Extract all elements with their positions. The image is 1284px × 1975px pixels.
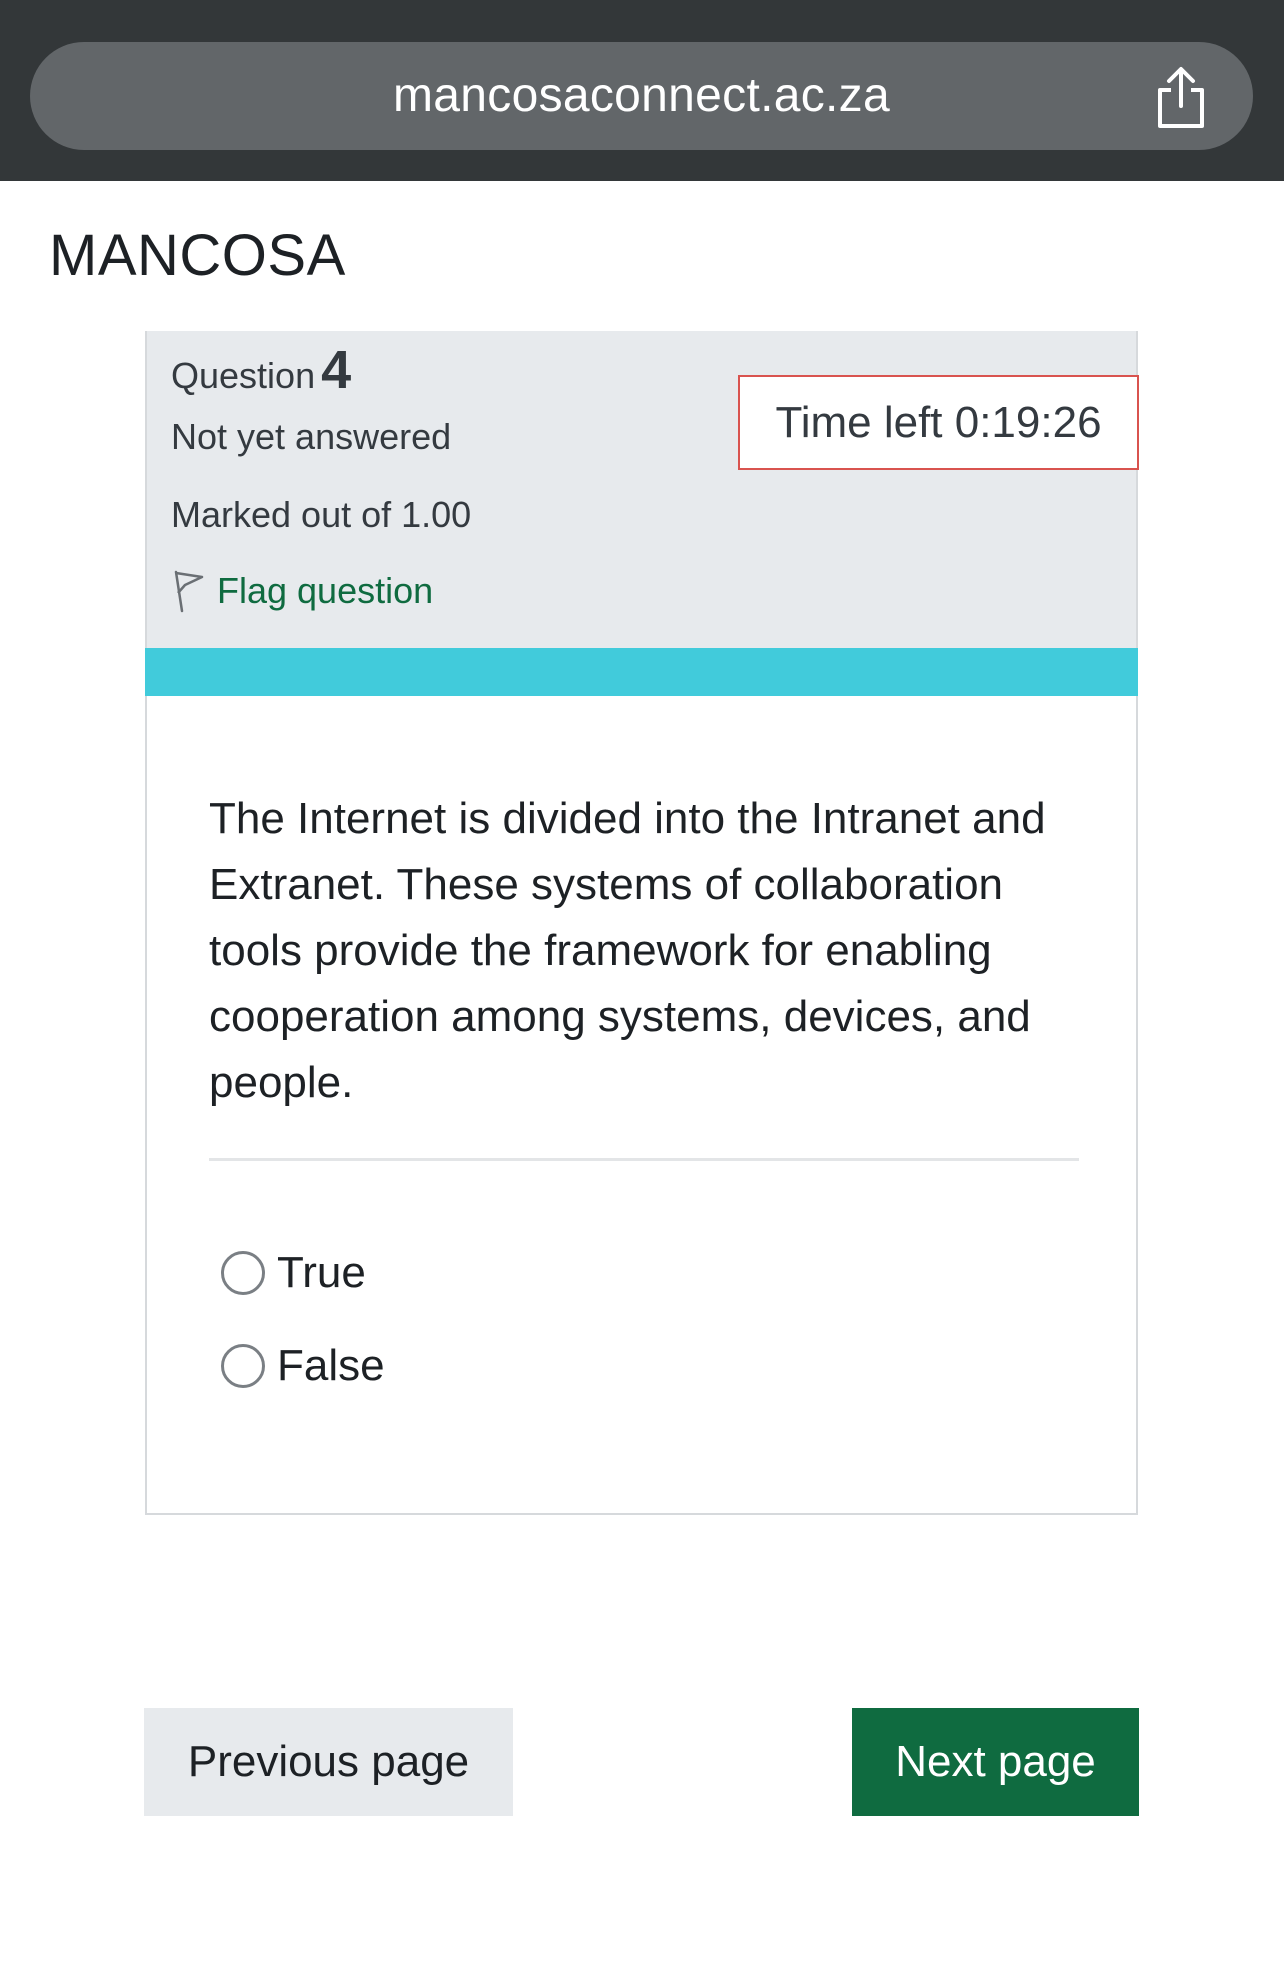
flag-question-link[interactable]: Flag question (171, 569, 433, 613)
time-left-timer: Time left 0:19:26 (738, 375, 1139, 470)
browser-toolbar: mancosaconnect.ac.za (0, 0, 1284, 181)
radio-false[interactable] (221, 1344, 265, 1388)
answer-label-false: False (277, 1341, 385, 1390)
question-number-value: 4 (321, 340, 352, 400)
question-label: Question (171, 355, 316, 396)
flag-question-label: Flag question (217, 570, 434, 611)
next-page-button[interactable]: Next page (852, 1708, 1139, 1816)
radio-true[interactable] (221, 1251, 265, 1295)
answer-option-true[interactable]: True (221, 1248, 366, 1298)
question-number: Question 4 (171, 339, 351, 401)
question-state: Not yet answered (171, 416, 452, 457)
address-bar[interactable]: mancosaconnect.ac.za (30, 42, 1253, 150)
answer-option-false[interactable]: False (221, 1341, 385, 1391)
answer-label-true: True (277, 1248, 366, 1297)
question-text: The Internet is divided into the Intrane… (209, 794, 1046, 1107)
question-card: The Internet is divided into the Intrane… (145, 696, 1138, 1515)
site-brand[interactable]: MANCOSA (49, 222, 346, 289)
url-text: mancosaconnect.ac.za (393, 69, 890, 122)
share-icon[interactable] (1151, 64, 1211, 130)
question-grade: Marked out of 1.00 (171, 494, 472, 535)
answer-divider (209, 1158, 1079, 1161)
flag-icon (174, 570, 204, 613)
previous-page-button[interactable]: Previous page (144, 1708, 513, 1816)
question-accent-bar (145, 648, 1138, 696)
